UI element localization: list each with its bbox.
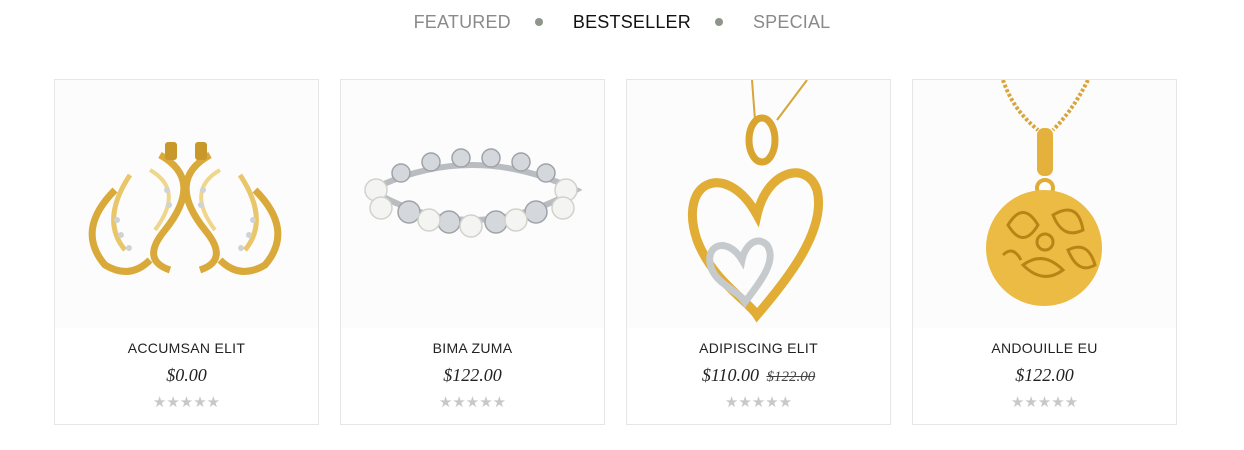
product-card[interactable]: ADIPISCING ELIT $110.00 $122.00 ★★★★★ [626, 79, 891, 425]
heart-pendant-icon [687, 80, 823, 323]
star-icon: ★ [1024, 394, 1038, 411]
star-icon: ★ [1037, 394, 1052, 411]
product-image[interactable] [913, 80, 1176, 328]
star-icon: ★ [206, 394, 221, 411]
product-name[interactable]: ACCUMSAN ELIT [55, 340, 318, 356]
rating-stars: ★★★★★ [627, 393, 890, 411]
star-icon: ★ [166, 394, 180, 411]
star-icon: ★ [1064, 394, 1079, 411]
product-price-row: $110.00 $122.00 [627, 365, 890, 386]
star-icon: ★ [152, 394, 167, 411]
product-price-row: $0.00 [55, 365, 318, 386]
star-icon: ★ [778, 394, 793, 411]
product-card[interactable]: BIMA ZUMA $122.00 ★★★★★ [340, 79, 605, 425]
star-icon: ★ [765, 394, 779, 411]
gold-earrings-icon [88, 142, 282, 275]
product-image[interactable] [55, 80, 318, 328]
star-icon: ★ [179, 394, 194, 411]
pearl-bracelet-icon [364, 148, 583, 238]
rating-stars: ★★★★★ [55, 393, 318, 411]
tab-bestseller[interactable]: BESTSELLER [571, 12, 693, 33]
product-price-row: $122.00 [341, 365, 604, 386]
product-name[interactable]: ADIPISCING ELIT [627, 340, 890, 356]
tab-separator-dot [714, 18, 723, 26]
product-name[interactable]: BIMA ZUMA [341, 340, 604, 356]
star-icon: ★ [751, 394, 766, 411]
star-icon: ★ [452, 394, 466, 411]
tab-featured[interactable]: FEATURED [412, 12, 513, 33]
product-price: $122.00 [1015, 365, 1074, 385]
star-icon: ★ [492, 394, 507, 411]
product-price: $0.00 [166, 365, 207, 385]
product-image[interactable] [627, 80, 890, 328]
star-icon: ★ [738, 394, 752, 411]
product-card[interactable]: ANDOUILLE EU $122.00 ★★★★★ [912, 79, 1177, 425]
tab-separator-dot [534, 18, 543, 26]
star-icon: ★ [465, 394, 480, 411]
product-image[interactable] [341, 80, 604, 328]
product-price-row: $122.00 [913, 365, 1176, 386]
product-name[interactable]: ANDOUILLE EU [913, 340, 1176, 356]
product-grid: ACCUMSAN ELIT $0.00 ★★★★★ BIMA ZUMA $122… [54, 79, 1177, 425]
product-card[interactable]: ACCUMSAN ELIT $0.00 ★★★★★ [54, 79, 319, 425]
star-icon: ★ [724, 394, 739, 411]
star-icon: ★ [479, 394, 493, 411]
product-price: $122.00 [443, 365, 502, 385]
star-icon: ★ [1051, 394, 1065, 411]
product-old-price: $122.00 [766, 369, 816, 385]
round-pendant-icon [986, 80, 1102, 306]
tab-special[interactable]: SPECIAL [751, 12, 832, 33]
rating-stars: ★★★★★ [341, 393, 604, 411]
product-tabs: FEATURED BESTSELLER SPECIAL [0, 0, 1244, 44]
product-price: $110.00 [701, 365, 759, 385]
star-icon: ★ [1010, 394, 1025, 411]
rating-stars: ★★★★★ [913, 393, 1176, 411]
star-icon: ★ [193, 394, 207, 411]
star-icon: ★ [438, 394, 453, 411]
